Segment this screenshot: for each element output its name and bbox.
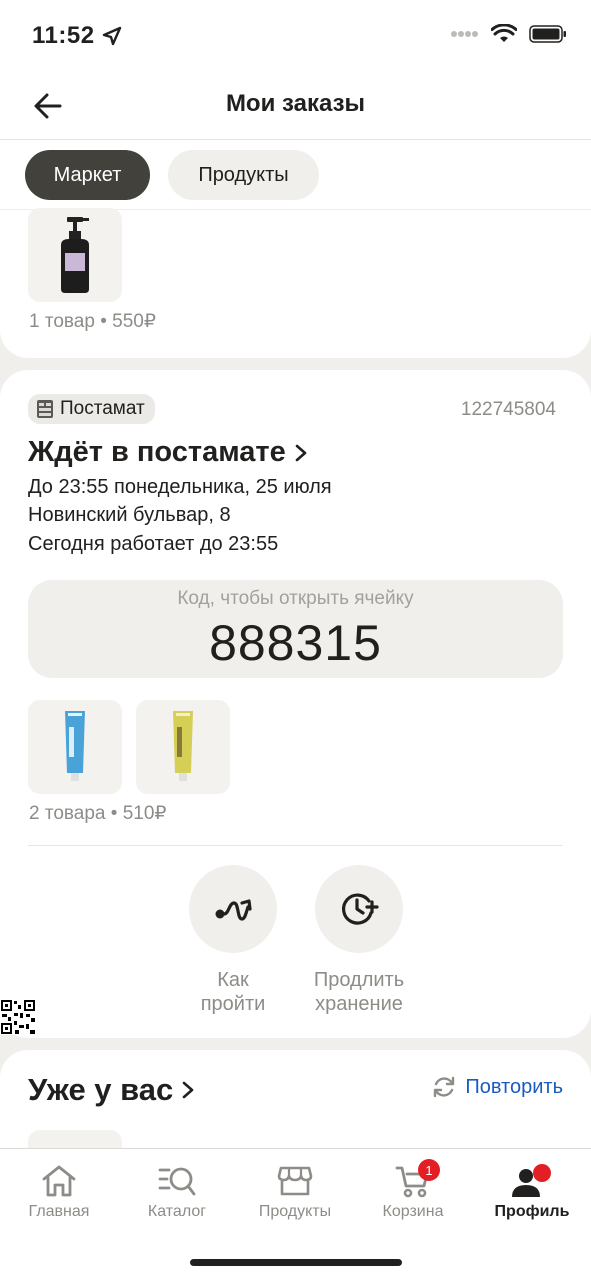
how-to-get-label-line2: пройти (200, 993, 266, 1015)
status-indicators (451, 24, 567, 44)
store-icon (277, 1166, 313, 1196)
previous-order-card[interactable]: 1 товар • 550₽ (0, 208, 591, 358)
locker-code-label: Код, чтобы открыть ячейку (177, 588, 414, 609)
status-bar: 11:52 (0, 0, 591, 72)
tabbar-profile[interactable]: Профиль (473, 1159, 591, 1221)
pickup-hours: Сегодня работает до 23:55 (28, 533, 279, 555)
delivery-type-badge: Постамат (28, 394, 155, 424)
tabbar-products[interactable]: Продукты (236, 1159, 354, 1221)
order-status-text: Ждёт в постамате (28, 436, 286, 468)
home-indicator (190, 1259, 402, 1266)
toothpaste-yellow-image (173, 711, 193, 781)
already-received-link[interactable]: Уже у вас (28, 1072, 195, 1108)
profile-icon (512, 1164, 551, 1197)
tabbar-cart[interactable]: 1 Корзина (354, 1159, 472, 1221)
repeat-order-label: Повторить (465, 1075, 563, 1098)
pickup-deadline: До 23:55 понедельника, 25 июля (28, 476, 332, 498)
postamat-icon (37, 400, 53, 418)
cart-count-badge: 1 (418, 1159, 440, 1181)
product-thumbnail-toothpaste-blue[interactable] (28, 700, 122, 794)
extend-storage-label-line2: хранение (315, 993, 403, 1015)
extend-storage-label: Продлить хранение (286, 968, 432, 1016)
already-received-title: Уже у вас (28, 1072, 174, 1107)
segment-tabs: Маркет Продукты (0, 140, 591, 210)
tabbar-cart-label: Корзина (382, 1203, 444, 1220)
tabbar-home-label: Главная (28, 1203, 90, 1220)
delivery-type-label: Постамат (60, 398, 145, 419)
product-thumbnail-toothpaste-yellow[interactable] (136, 700, 230, 794)
locker-code-value: 888315 (209, 615, 382, 671)
extend-storage-label-line1: Продлить (313, 969, 405, 991)
how-to-get-button[interactable] (189, 865, 277, 953)
tabbar-catalog-label: Каталог (147, 1203, 207, 1220)
wifi-icon (491, 24, 517, 42)
home-icon (42, 1165, 76, 1197)
pickup-address: Новинский бульвар, 8 (28, 504, 231, 526)
chevron-right-icon (295, 444, 307, 461)
how-to-get-label: Как пройти (160, 968, 306, 1016)
clock-plus-icon (341, 893, 379, 925)
toothpaste-blue-image (65, 711, 85, 781)
route-icon (215, 899, 252, 921)
soap-bottle-image (61, 217, 89, 293)
tab-market[interactable]: Маркет (25, 150, 150, 200)
catalog-search-icon (158, 1167, 196, 1196)
previous-order-summary: 1 товар • 550₽ (29, 311, 156, 332)
order-status-link[interactable]: Ждёт в постамате (28, 436, 308, 469)
battery-icon (529, 25, 566, 43)
navigation-bar: Мои заказы (0, 72, 591, 140)
tabbar-profile-label: Профиль (494, 1203, 570, 1220)
signal-dots-icon (451, 31, 478, 37)
status-time-container: 11:52 (32, 22, 123, 50)
order-number: 122745804 (460, 399, 556, 420)
locker-code-box: Код, чтобы открыть ячейку 888315 (28, 580, 563, 678)
extend-storage-button[interactable] (315, 865, 403, 953)
order-card: Постамат 122745804 Ждёт в постамате До 2… (0, 370, 591, 1038)
repeat-order-button[interactable]: Повторить (431, 1074, 563, 1100)
refresh-icon (434, 1076, 455, 1098)
chevron-right-icon (182, 1081, 194, 1099)
tabbar-products-label: Продукты (258, 1203, 332, 1220)
qr-code-icon[interactable] (0, 999, 36, 1035)
page-title: Мои заказы (225, 90, 366, 117)
order-summary: 2 товара • 510₽ (29, 803, 167, 824)
tabbar-catalog[interactable]: Каталог (118, 1159, 236, 1221)
status-time: 11:52 (32, 22, 95, 49)
how-to-get-label-line1: Как (217, 969, 249, 991)
tab-products[interactable]: Продукты (168, 150, 319, 200)
location-arrow-icon (102, 26, 121, 46)
product-thumbnail-soap[interactable] (28, 208, 122, 302)
divider (28, 845, 563, 846)
tabbar-home[interactable]: Главная (0, 1159, 118, 1221)
